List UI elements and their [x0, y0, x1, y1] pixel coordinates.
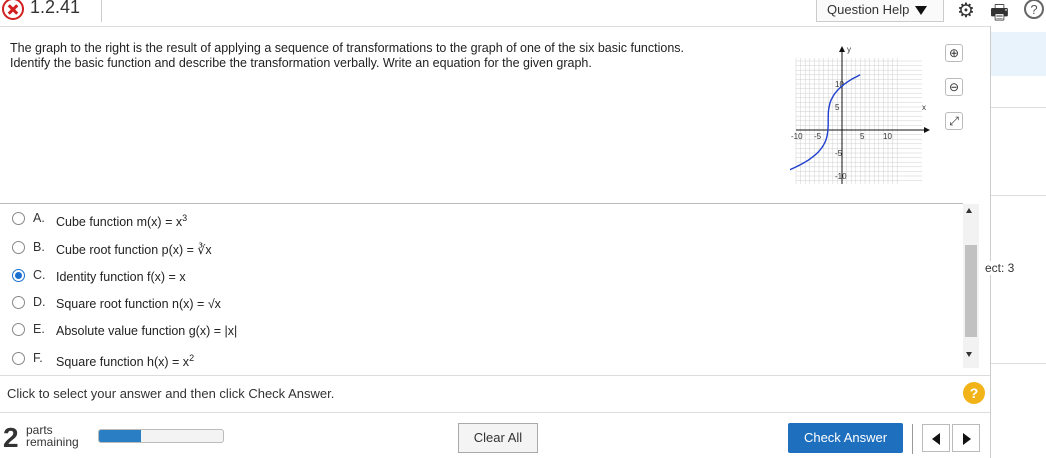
scroll-up-icon[interactable]	[966, 208, 972, 213]
radio-button[interactable]	[12, 241, 25, 254]
scroll-down-icon[interactable]	[966, 352, 972, 357]
x-axis-label: x	[922, 103, 926, 112]
x-axis-arrow	[924, 127, 930, 133]
side-panel-border	[990, 26, 991, 458]
option-letter: D.	[33, 295, 46, 309]
printer-icon[interactable]: 🖶	[990, 0, 1009, 32]
option-text: Square function h(x) = x2	[56, 353, 195, 370]
graph-grid	[795, 58, 922, 184]
option-letter: A.	[33, 211, 45, 225]
progress-bar	[98, 429, 224, 443]
option-text: Cube function m(x) = x3	[56, 213, 188, 230]
check-answer-button[interactable]: Check Answer	[788, 423, 903, 453]
question-text: The graph to the right is the result of …	[10, 41, 730, 70]
option-text: Identity function f(x) = x	[56, 270, 186, 284]
progress-fill	[99, 430, 142, 442]
divider	[991, 363, 1046, 364]
parts-remaining-count: 2	[3, 422, 19, 453]
instruction-text: Click to select your answer and then cli…	[7, 386, 335, 401]
divider	[991, 107, 1046, 108]
divider	[0, 26, 990, 27]
x-tick-label: -5	[814, 132, 822, 141]
divider	[101, 0, 102, 22]
divider	[0, 375, 990, 376]
question-help-dropdown[interactable]: Question Help	[816, 0, 944, 22]
y-axis-label: y	[847, 45, 851, 54]
clear-all-button[interactable]: Clear All	[458, 423, 538, 453]
option-letter: E.	[33, 322, 45, 336]
side-panel-highlight[interactable]	[991, 32, 1046, 76]
divider	[0, 412, 990, 413]
radio-button[interactable]	[12, 296, 25, 309]
divider	[912, 424, 913, 454]
y-tick-label: 5	[835, 103, 840, 112]
x-tick-label: 10	[883, 132, 892, 141]
zoom-out-icon[interactable]: ⊖	[945, 78, 963, 96]
y-axis-arrow	[839, 46, 845, 52]
option-letter: B.	[33, 240, 45, 254]
next-question-button[interactable]	[952, 424, 980, 452]
gear-icon[interactable]: ⚙	[957, 0, 975, 23]
radio-button[interactable]	[12, 352, 25, 365]
radio-button[interactable]	[12, 323, 25, 336]
y-tick-label: -5	[835, 149, 843, 158]
x-tick-label: -10	[791, 132, 803, 141]
divider	[0, 203, 963, 204]
question-help-label: Question Help	[827, 2, 910, 17]
option-text: Square root function n(x) = √x	[56, 297, 221, 311]
question-line-1: The graph to the right is the result of …	[10, 41, 685, 55]
radio-button[interactable]	[12, 269, 25, 282]
dropdown-triangle-icon	[915, 6, 928, 15]
scrollbar-thumb[interactable]	[965, 245, 977, 337]
option-letter: F.	[33, 351, 43, 365]
side-panel-label: ect: 3	[985, 261, 1015, 275]
radio-button[interactable]	[12, 212, 25, 225]
y-tick-label: -10	[835, 172, 847, 181]
question-number: 1.2.41	[30, 0, 81, 17]
previous-question-button[interactable]	[922, 424, 950, 452]
hint-icon[interactable]: ?	[963, 382, 985, 404]
parts-remaining-label: parts remaining	[26, 423, 79, 449]
expand-icon[interactable]: ⤢	[945, 112, 963, 130]
function-graph[interactable]: x y -10 -5 5 10 105-5-10	[790, 44, 930, 184]
x-tick-label: 5	[860, 132, 865, 141]
option-text: Cube root function p(x) = ∛x	[56, 243, 212, 257]
divider	[991, 195, 1046, 196]
help-icon[interactable]: ?	[1024, 0, 1044, 19]
option-letter: C.	[33, 268, 46, 282]
zoom-in-icon[interactable]: ⊕	[945, 44, 963, 62]
option-text: Absolute value function g(x) = |x|	[56, 324, 238, 338]
question-line-2: Identify the basic function and describe…	[10, 55, 592, 70]
